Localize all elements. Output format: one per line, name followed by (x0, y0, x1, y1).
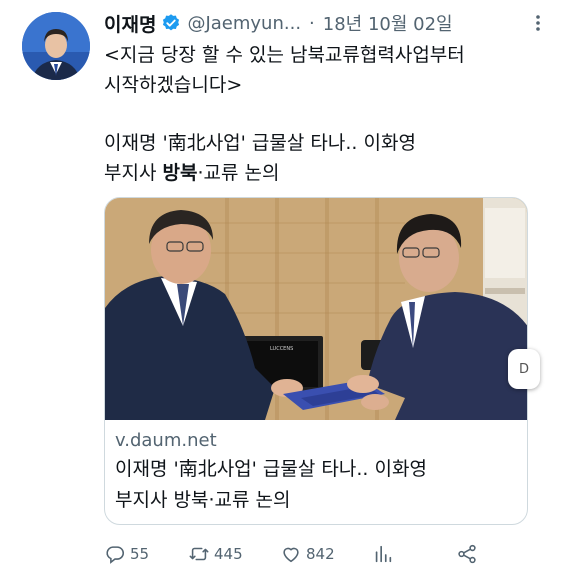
headline-prefix: 부지사 (104, 162, 163, 184)
reply-icon (106, 546, 125, 564)
monitor-brand: LUCCENS (270, 346, 293, 352)
headline-bold-word: 방북 (162, 162, 198, 184)
header-separator: · (309, 12, 315, 34)
author-handle[interactable]: @Jaemyun... (187, 13, 301, 34)
share-button[interactable] (456, 540, 478, 568)
link-card[interactable]: LUCCENS v.daum.net 이재명 '南北사업' 급물살 타나.. 이… (104, 197, 528, 525)
avatar-photo (22, 12, 90, 80)
card-domain: v.daum.net (115, 430, 217, 451)
tweet-headline-line: 부지사 방북·교류 논의 (104, 158, 544, 188)
avatar[interactable] (22, 12, 90, 80)
retweet-count: 445 (214, 545, 243, 563)
card-title: 이재명 '南北사업' 급물살 타나.. 이화영 부지사 방북·교류 논의 (115, 454, 525, 516)
views-icon (375, 545, 392, 563)
tweet-header: 이재명 @Jaemyun... · 18년 10월 02일 (104, 10, 548, 36)
verified-badge-icon (161, 13, 181, 33)
tweet-headline-line: 이재명 '南北사업' 급물살 타나.. 이화영 (104, 132, 416, 154)
tweet-text: <지금 당장 할 수 있는 남북교류협력사업부터 시작하겠습니다> 이재명 '南… (104, 40, 544, 188)
reply-button[interactable]: 55 (104, 540, 149, 568)
action-bar: 55 445 842 (104, 540, 544, 568)
tweet-date[interactable]: 18년 10월 02일 (323, 10, 453, 36)
tweet-text-line: <지금 당장 할 수 있는 남북교류협력사업부터 (104, 44, 465, 66)
like-icon (283, 547, 299, 563)
article-photo: LUCCENS (105, 198, 527, 420)
views-button[interactable] (372, 540, 394, 568)
like-button[interactable]: 842 (280, 540, 335, 568)
tweet-text-line: 시작하겠습니다> (104, 74, 243, 96)
retweet-icon (189, 547, 209, 561)
like-count: 842 (306, 545, 335, 563)
share-icon (458, 544, 476, 564)
author-name[interactable]: 이재명 (104, 10, 156, 37)
retweet-button[interactable]: 445 (188, 540, 243, 568)
more-options-icon[interactable] (528, 12, 548, 34)
reply-count: 55 (130, 545, 150, 563)
headline-suffix: ·교류 논의 (197, 162, 280, 184)
floating-d-button[interactable]: D (508, 349, 540, 389)
card-title-line: 부지사 방북·교류 논의 (115, 489, 291, 511)
card-title-line: 이재명 '南北사업' 급물살 타나.. 이화영 (115, 458, 427, 480)
